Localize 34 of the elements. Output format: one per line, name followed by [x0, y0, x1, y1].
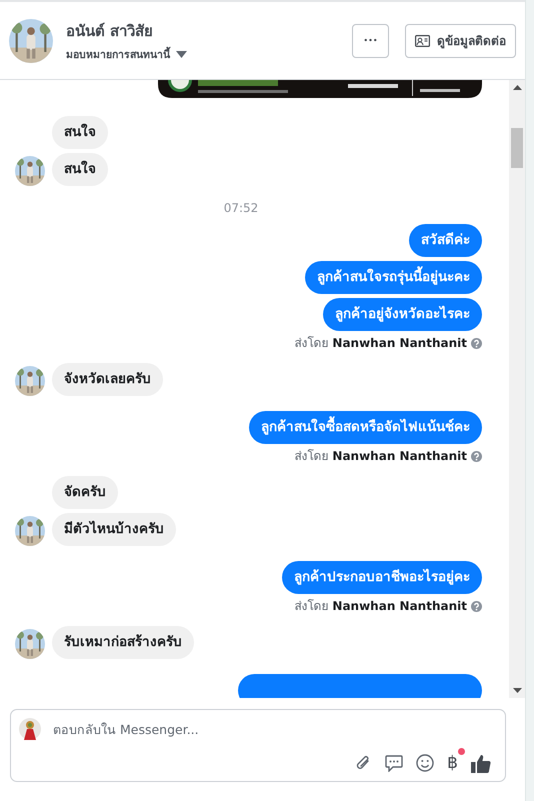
message-bubble: มีตัวไหนบ้างครับ: [52, 513, 176, 546]
sent-by-label: ส่งโดย Nanwhan Nanthanit: [294, 599, 467, 613]
scrollbar[interactable]: [509, 80, 525, 698]
message-bubble: ลูกค้าสนใจรถรุ่นนี้อยู่นะคะ: [305, 261, 482, 294]
thumbs-up-icon[interactable]: [471, 754, 491, 772]
contact-info-button[interactable]: ดูข้อมูลติดต่อ: [405, 24, 516, 58]
scrollbar-thumb[interactable]: [511, 128, 523, 168]
message-bubble: รับเหมาก่อสร้างครับ: [52, 626, 194, 659]
contact-name: อนันต์ สาวิสัย: [66, 20, 154, 42]
message-bubble: ลูกค้าสนใจซื้อสดหรือจัดไฟแน้นช์คะ: [249, 411, 482, 444]
reply-field[interactable]: ตอบกลับใน Messenger... ฿: [10, 709, 506, 782]
sent-by-label: ส่งโดย Nanwhan Nanthanit: [294, 336, 467, 350]
message-bubble: สวัสดีค่ะ: [409, 224, 482, 257]
help-icon[interactable]: [471, 450, 482, 462]
message-bubble: สนใจ: [52, 116, 108, 149]
help-icon[interactable]: [471, 338, 482, 348]
id-card-icon: [415, 34, 430, 46]
message-bubble: ลูกค้าอยู่จังหวัดอะไรคะ: [323, 298, 482, 331]
assign-link[interactable]: มอบหมายการสนทนานี้: [66, 46, 170, 62]
help-icon[interactable]: [471, 600, 482, 612]
caret-icon[interactable]: [176, 50, 187, 58]
scroll-down-icon[interactable]: [513, 688, 522, 693]
message-bubble: จังหวัดเลยครับ: [52, 363, 163, 396]
sent-by-label: ส่งโดย Nanwhan Nanthanit: [294, 449, 467, 463]
emoji-icon[interactable]: [416, 754, 434, 772]
timestamp: 07:52: [224, 201, 258, 215]
payment-button[interactable]: ฿: [447, 753, 458, 773]
message-bubble: จัดครับ: [52, 476, 118, 509]
scroll-up-icon[interactable]: [513, 85, 522, 90]
more-button[interactable]: •••: [352, 24, 389, 58]
message-bubble: สนใจ: [52, 153, 108, 186]
speech-bubble-icon[interactable]: [385, 754, 404, 772]
avatar-icon: [19, 718, 41, 740]
message-bubble: ลูกค้าประกอบอาชีพอะไรอยู่คะ: [282, 561, 482, 594]
